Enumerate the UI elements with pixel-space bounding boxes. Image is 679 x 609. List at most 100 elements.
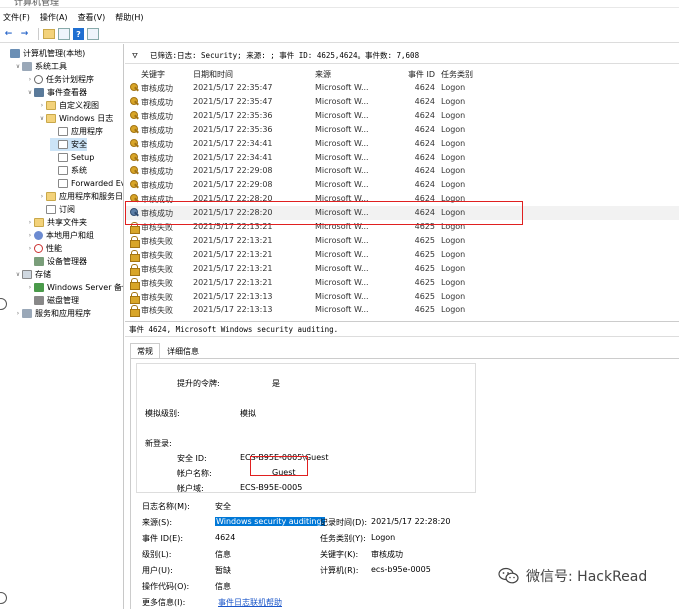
prop-task-label: 任务类别(Y): — [320, 534, 366, 543]
tree-item[interactable]: 系统 — [50, 164, 87, 177]
table-row[interactable]: 审核失败2021/5/17 22:13:13Microsoft W...4625… — [125, 317, 679, 318]
tree-item[interactable]: ∨ 事件查看器 — [26, 86, 87, 99]
highlight-box-account-name — [250, 456, 308, 476]
cell-event-id: 4624 — [414, 110, 435, 120]
cell-event-id: 4624 — [414, 96, 435, 106]
collapse-chevron-icon[interactable]: › — [26, 76, 34, 83]
filter-text: 已筛选:日志: Security; 来源: ; 事件 ID: 4625,4624… — [150, 51, 420, 60]
prop-logname-value: 安全 — [215, 502, 231, 511]
table-row[interactable]: 审核失败 2021/5/17 22:13:21 Microsoft W... 4625… — [125, 234, 679, 248]
tree-item[interactable]: 设备管理器 — [26, 255, 87, 268]
cell-task-category: Logon — [441, 110, 466, 120]
cell-datetime: 2021/5/17 22:13:21 — [193, 277, 273, 287]
cell-keyword: 审核成功 — [141, 139, 173, 149]
tree-item-label: 任务计划程序 — [46, 75, 94, 84]
cell-source: Microsoft W... — [315, 110, 369, 120]
expand-chevron-icon[interactable]: ∨ — [26, 89, 34, 96]
tree-item[interactable]: › 共享文件夹 — [26, 216, 87, 229]
filter-bar: ▽ 已筛选:日志: Security; 来源: ; 事件 ID: 4625,46… — [125, 48, 679, 64]
menu-help[interactable]: 帮助(H) — [115, 12, 143, 23]
table-row[interactable]: 审核失败 2021/5/17 22:13:21 Microsoft W... 4625… — [125, 248, 679, 262]
expand-chevron-icon[interactable]: ∨ — [38, 115, 46, 122]
table-row[interactable]: 审核失败2021/5/17 22:13:13Microsoft W...4625… — [125, 290, 679, 304]
tab-details[interactable]: 详细信息 — [160, 343, 206, 359]
menu-view[interactable]: 查看(V) — [78, 12, 106, 23]
collapse-chevron-icon[interactable]: › — [26, 232, 34, 239]
table-row[interactable]: 审核成功 2021/5/17 22:34:41 Microsoft W... 4624… — [125, 151, 679, 165]
help-icon[interactable]: ? — [73, 28, 84, 40]
tree-item[interactable]: › 应用程序和服务日志 — [38, 190, 123, 203]
tree-item[interactable]: Forwarded Eve — [50, 177, 123, 190]
cell-datetime: 2021/5/17 22:35:47 — [193, 83, 273, 92]
tree-item[interactable]: 计算机管理(本地) — [2, 47, 85, 60]
tree-item[interactable]: 磁盘管理 — [26, 294, 79, 307]
menu-file[interactable]: 文件(F) — [3, 12, 30, 23]
column-keyword[interactable]: 关键字 — [141, 69, 165, 80]
tree-item[interactable]: Setup — [50, 151, 94, 164]
table-row[interactable]: 审核成功 2021/5/17 22:35:47 Microsoft W... 4624… — [125, 81, 679, 95]
expand-chevron-icon[interactable]: ∨ — [14, 271, 22, 278]
tree-item[interactable]: › 性能 — [26, 242, 62, 255]
action-pane-icon[interactable] — [87, 28, 99, 40]
event-table: 关键字 日期和时间 来源 事件 ID 任务类别 审核成功 2021/5/17 22… — [125, 67, 679, 318]
collapse-chevron-icon[interactable]: › — [38, 102, 46, 109]
clock-icon — [34, 75, 43, 84]
tree-item-label: 本地用户和组 — [46, 231, 94, 240]
tree-item[interactable]: › 服务和应用程序 — [14, 307, 91, 320]
collapse-chevron-icon[interactable]: › — [14, 310, 22, 317]
tree-item[interactable]: ∨ 存储 — [14, 268, 51, 281]
table-row[interactable]: 审核成功 2021/5/17 22:29:08 Microsoft W... 4624… — [125, 178, 679, 192]
tree-item[interactable]: › 任务计划程序 — [26, 73, 94, 86]
collapse-chevron-icon[interactable]: › — [26, 219, 34, 226]
show-hide-tree-icon[interactable] — [58, 28, 70, 40]
table-row[interactable]: 审核失败 2021/5/17 22:13:21 Microsoft W... 4625… — [125, 276, 679, 290]
tree-item[interactable]: 订阅 — [38, 203, 75, 216]
menu-action[interactable]: 操作(A) — [40, 12, 68, 23]
tree-item[interactable]: › 本地用户和组 — [26, 229, 94, 242]
cell-event-id: 4624 — [414, 180, 435, 190]
window-title: 计算机管理 — [14, 0, 60, 8]
table-row[interactable]: 审核失败2021/5/17 22:13:13Microsoft W...4625… — [125, 303, 679, 318]
collapse-chevron-icon[interactable]: › — [26, 245, 34, 252]
event-log-help-link[interactable]: 事件日志联机帮助 — [218, 597, 282, 608]
tab-general[interactable]: 常规 — [130, 343, 160, 359]
cell-keyword: 审核成功 — [141, 97, 173, 107]
column-event-id[interactable]: 事件 ID — [395, 69, 435, 80]
cell-task-category: Logon — [441, 291, 466, 301]
tree-item[interactable]: 安全 — [50, 138, 87, 151]
tree-item[interactable]: ∨ Windows 日志 — [38, 112, 113, 125]
title-bar: 计算机管理 — [0, 0, 679, 8]
table-row[interactable]: 审核成功 2021/5/17 22:35:47 Microsoft W... 4624… — [125, 95, 679, 109]
collapse-chevron-icon[interactable]: › — [26, 284, 34, 291]
tree-item[interactable]: 应用程序 — [50, 125, 103, 138]
expand-chevron-icon[interactable]: ∨ — [14, 63, 22, 70]
log-icon — [58, 153, 68, 162]
table-row[interactable]: 审核成功 2021/5/17 22:34:41 Microsoft W... 4624… — [125, 137, 679, 151]
prop-source-value[interactable]: Windows security auditing. — [215, 517, 326, 526]
prop-keywords-label: 关键字(K): — [320, 550, 359, 559]
tree-item[interactable]: ∨ 系统工具 — [14, 60, 67, 73]
shared-folder-icon — [34, 218, 44, 227]
tree-item-label: Windows Server 备份 — [47, 283, 124, 292]
tree-item[interactable]: › Windows Server 备份 — [26, 281, 124, 294]
up-folder-icon[interactable] — [43, 29, 55, 39]
cell-keyword: 审核成功 — [141, 84, 173, 93]
table-row[interactable]: 审核成功 2021/5/17 22:29:08 Microsoft W... 4624… — [125, 164, 679, 178]
cell-datetime: 2021/5/17 22:13:13 — [193, 305, 273, 315]
column-datetime[interactable]: 日期和时间 — [193, 69, 233, 80]
column-source[interactable]: 来源 — [315, 69, 331, 80]
desc-sid-label: 安全 ID: — [177, 454, 207, 463]
back-arrow-icon[interactable]: ← — [2, 28, 15, 41]
collapse-chevron-icon[interactable]: › — [38, 193, 46, 200]
cell-event-id: 4624 — [414, 152, 435, 162]
forward-arrow-icon[interactable]: → — [18, 28, 31, 41]
lock-icon — [130, 305, 140, 318]
tree-item[interactable]: › 自定义视图 — [38, 99, 99, 112]
cell-keyword: 审核失败 — [141, 250, 173, 260]
key-icon — [130, 138, 139, 149]
table-row[interactable]: 审核成功 2021/5/17 22:35:36 Microsoft W... 4624… — [125, 123, 679, 137]
table-row[interactable]: 审核失败 2021/5/17 22:13:21 Microsoft W... 4625… — [125, 262, 679, 276]
cell-datetime: 2021/5/17 22:35:36 — [193, 124, 273, 134]
table-row[interactable]: 审核成功 2021/5/17 22:35:36 Microsoft W... 4624… — [125, 109, 679, 123]
column-task-category[interactable]: 任务类别 — [441, 69, 473, 80]
